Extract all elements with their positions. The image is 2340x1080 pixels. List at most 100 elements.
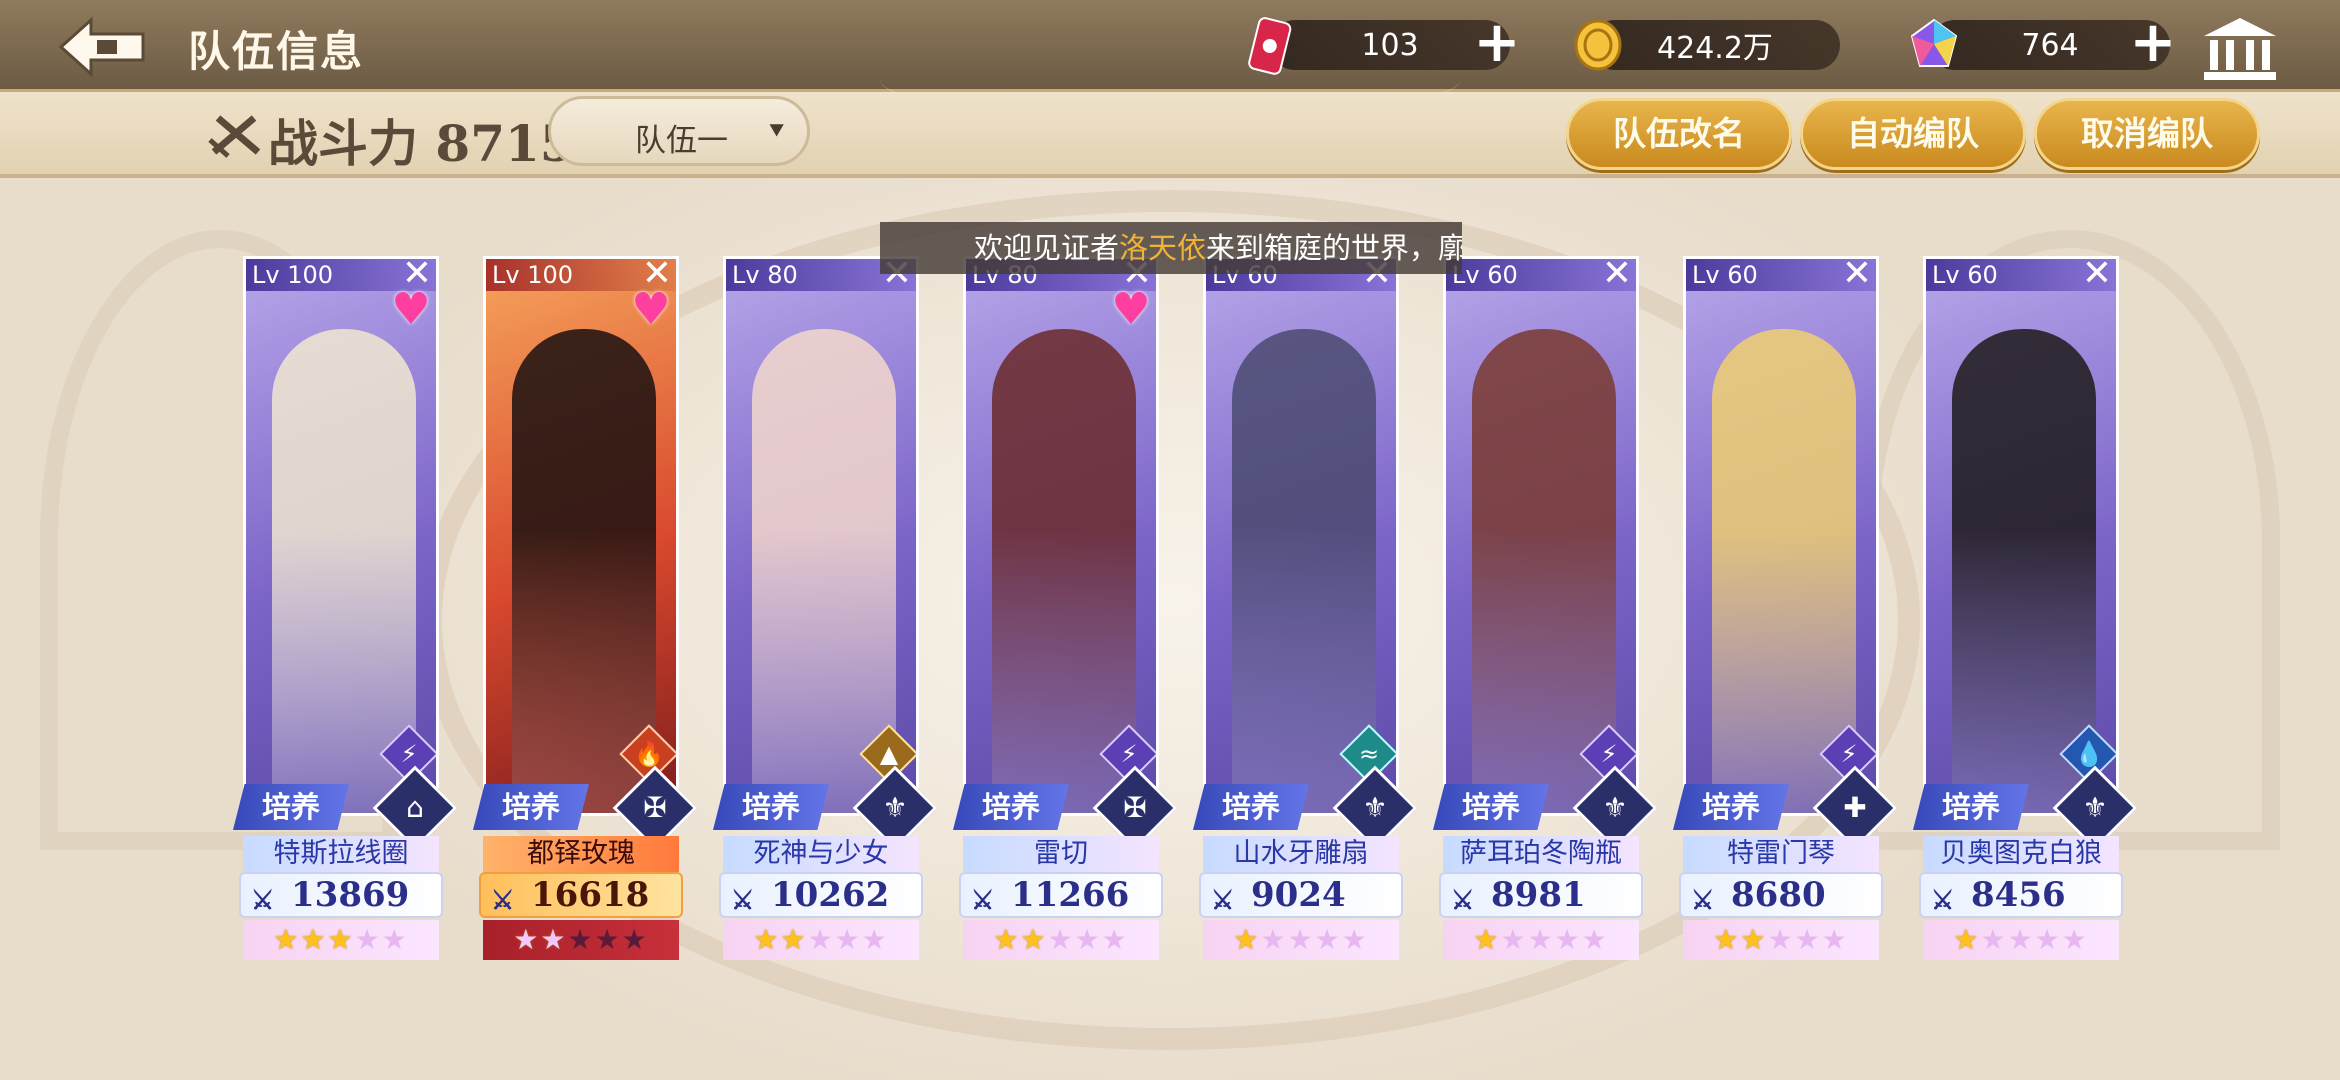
star-rating: ★★★★★	[1683, 920, 1879, 960]
stamina-add-button[interactable]: +	[1472, 15, 1522, 71]
train-button[interactable]: 培养	[473, 784, 589, 830]
train-button[interactable]: 培养	[1673, 784, 1789, 830]
character-power: ⚔ 13869	[239, 872, 443, 918]
team-select-value: 队伍一	[635, 123, 728, 159]
rename-team-button[interactable]: 队伍改名	[1566, 98, 1792, 170]
train-button[interactable]: 培养	[1193, 784, 1309, 830]
gold-coin-icon	[1574, 19, 1622, 71]
train-button[interactable]: 培养	[1913, 784, 2029, 830]
character-name: 贝奥图克白狼	[1923, 836, 2119, 872]
character-power: ⚔ 10262	[719, 872, 923, 918]
star-empty-icon: ★★★★	[1500, 923, 1609, 956]
crossed-swords-icon: ⚔	[1931, 886, 1955, 916]
auto-formation-button[interactable]: 自动编队	[1800, 98, 2026, 170]
character-card[interactable]: Lv 100 ✕ ♥ 🔥 培养 ✠ 都铎玫瑰 ⚔ 16618 ★★★★★	[473, 256, 698, 968]
star-empty-icon: ★★★	[1767, 923, 1849, 956]
character-portrait[interactable]: Lv 80 ✕ ♥ ⚡	[963, 256, 1159, 816]
gem-add-button[interactable]: +	[2128, 15, 2178, 71]
star-filled-icon: ★	[1953, 923, 1981, 956]
welcome-notice-banner: 欢迎见证者洛天依来到箱庭的世界，廓	[880, 222, 1462, 274]
back-button[interactable]	[52, 14, 152, 80]
character-portrait[interactable]: Lv 60 ✕ ⚡	[1683, 256, 1879, 816]
star-filled-icon: ★★	[753, 923, 808, 956]
train-button[interactable]: 培养	[713, 784, 829, 830]
gold-resource: 424.2万	[1590, 20, 1840, 70]
star-filled-icon: ★★	[513, 923, 568, 956]
character-power-value: 8981	[1491, 875, 1586, 915]
character-power: ⚔ 11266	[959, 872, 1163, 918]
star-empty-icon: ★★★	[807, 923, 889, 956]
character-name: 山水牙雕扇	[1203, 836, 1399, 872]
character-power-value: 13869	[291, 875, 410, 915]
character-power: ⚔ 8456	[1919, 872, 2123, 918]
character-power-value: 10262	[771, 875, 890, 915]
character-power-value: 9024	[1251, 875, 1346, 915]
star-rating: ★★★★★	[1923, 920, 2119, 960]
star-filled-icon: ★★	[993, 923, 1048, 956]
character-card[interactable]: Lv 60 ✕ ⚡ 培养 ⚜ 萨耳珀冬陶瓶 ⚔ 8981 ★★★★★	[1433, 256, 1658, 968]
character-card[interactable]: Lv 80 ✕ ▲ 培养 ⚜ 死神与少女 ⚔ 10262 ★★★★★	[713, 256, 938, 968]
train-button[interactable]: 培养	[233, 784, 349, 830]
character-power: ⚔ 8981	[1439, 872, 1643, 918]
character-name: 死神与少女	[723, 836, 919, 872]
remove-character-button[interactable]: ✕	[1840, 259, 1874, 292]
crossed-swords-icon: ⚔	[251, 886, 275, 916]
character-card[interactable]: Lv 60 ✕ ≈ 培养 ⚜ 山水牙雕扇 ⚔ 9024 ★★★★★	[1193, 256, 1418, 968]
crossed-swords-icon: ⚔	[1691, 886, 1715, 916]
star-rating: ★★★★★	[243, 920, 439, 960]
star-rating: ★★★★★	[1443, 920, 1639, 960]
museum-icon[interactable]	[2200, 14, 2280, 84]
team-power-label: 战斗力	[268, 114, 418, 173]
character-power: ⚔ 16618	[479, 872, 683, 918]
rainbow-gem-icon	[1910, 18, 1958, 67]
character-portrait[interactable]: Lv 100 ✕ ♥ ⚡	[243, 256, 439, 816]
crossed-swords-icon: ⚔	[731, 886, 755, 916]
notice-prefix: 欢迎见证者	[974, 231, 1120, 265]
star-filled-icon: ★★	[1713, 923, 1768, 956]
gem-value: 764	[2021, 27, 2079, 63]
crossed-swords-icon: ⚔	[1211, 886, 1235, 916]
crossed-swords-icon: ⚔	[971, 886, 995, 916]
character-power: ⚔ 8680	[1679, 872, 1883, 918]
gold-value: 424.2万	[1657, 31, 1773, 66]
character-power-value: 8456	[1971, 875, 2066, 915]
soda-can-icon	[1248, 17, 1292, 75]
character-portrait[interactable]: Lv 60 ✕ ≈	[1203, 256, 1399, 816]
character-card[interactable]: Lv 80 ✕ ♥ ⚡ 培养 ✠ 雷切 ⚔ 11266 ★★★★★	[953, 256, 1178, 968]
page-title: 队伍信息	[188, 27, 365, 76]
stamina-value: 103	[1361, 27, 1419, 63]
team-select-dropdown[interactable]: 队伍一 ⯆	[548, 96, 810, 166]
character-name: 雷切	[963, 836, 1159, 872]
train-button[interactable]: 培养	[953, 784, 1069, 830]
heart-icon: ♥	[1111, 284, 1151, 335]
character-portrait[interactable]: Lv 60 ✕ ⚡	[1443, 256, 1639, 816]
heart-icon: ♥	[631, 284, 671, 335]
character-power-value: 11266	[1011, 875, 1130, 915]
remove-character-button[interactable]: ✕	[2080, 259, 2114, 292]
back-arrow-icon	[58, 16, 145, 78]
train-button[interactable]: 培养	[1433, 784, 1549, 830]
notice-suffix: 来到箱庭的世界，廓	[1206, 231, 1462, 265]
character-power-value: 16618	[531, 875, 650, 915]
star-filled-icon: ★	[1473, 923, 1501, 956]
star-empty-icon: ★★★	[567, 923, 649, 956]
star-empty-icon: ★★★	[1047, 923, 1129, 956]
star-filled-icon: ★★★	[273, 923, 355, 956]
star-filled-icon: ★	[1233, 923, 1261, 956]
star-rating: ★★★★★	[723, 920, 919, 960]
remove-character-button[interactable]: ✕	[1600, 259, 1634, 292]
character-card[interactable]: Lv 60 ✕ 💧 培养 ⚜ 贝奥图克白狼 ⚔ 8456 ★★★★★	[1913, 256, 2138, 968]
character-card[interactable]: Lv 60 ✕ ⚡ 培养 ✚ 特雷门琴 ⚔ 8680 ★★★★★	[1673, 256, 1898, 968]
character-portrait[interactable]: Lv 80 ✕ ▲	[723, 256, 919, 816]
cancel-formation-button[interactable]: 取消编队	[2034, 98, 2260, 170]
crossed-swords-icon: ⚔	[491, 886, 515, 916]
crossed-swords-icon: ⚔	[1451, 886, 1475, 916]
character-portrait[interactable]: Lv 100 ✕ ♥ 🔥	[483, 256, 679, 816]
top-bar: 队伍信息 103 + 424.2万 764 +	[0, 0, 2340, 120]
star-rating: ★★★★★	[1203, 920, 1399, 960]
character-name: 特雷门琴	[1683, 836, 1879, 872]
character-portrait[interactable]: Lv 60 ✕ 💧	[1923, 256, 2119, 816]
character-card[interactable]: Lv 100 ✕ ♥ ⚡ 培养 ⌂ 特斯拉线圈 ⚔ 13869 ★★★★★	[233, 256, 458, 968]
star-empty-icon: ★★★★	[1980, 923, 2089, 956]
notice-player-name: 洛天依	[1119, 231, 1207, 265]
